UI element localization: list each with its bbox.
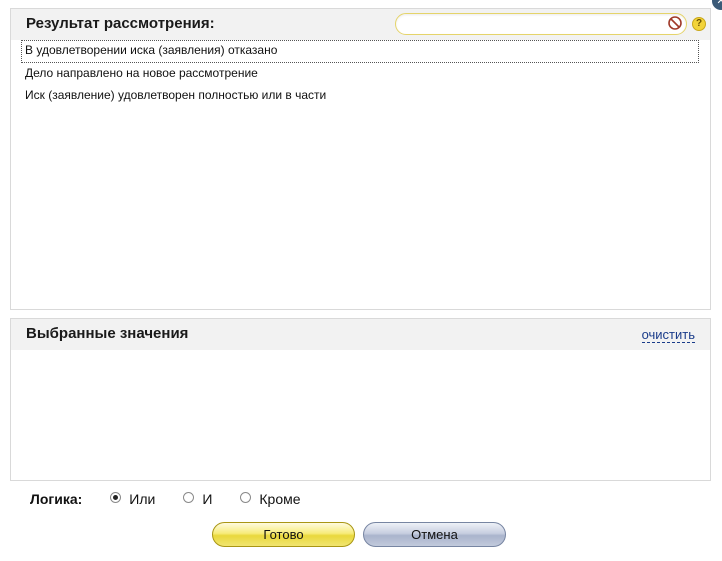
options-panel: Результат рассмотрения: ? В удовлетворен… [10, 8, 711, 310]
logic-and-radio[interactable] [183, 491, 195, 503]
help-icon[interactable]: ? [692, 17, 706, 31]
panel-title: Результат рассмотрения: [26, 15, 215, 32]
logic-except-option[interactable]: Кроме [240, 491, 301, 507]
filter-dialog: ✕ Результат рассмотрения: ? В удовлетвор… [0, 0, 722, 561]
done-button[interactable]: Готово [212, 522, 355, 547]
search-input[interactable] [406, 15, 660, 33]
selected-values-title: Выбранные значения [26, 325, 189, 342]
logic-or-label: Или [129, 491, 156, 507]
selected-values-header: Выбранные значения очистить [11, 319, 710, 350]
options-list: В удовлетворении иска (заявления) отказа… [11, 40, 710, 108]
cancel-button[interactable]: Отмена [363, 522, 506, 547]
logic-and-option[interactable]: И [183, 491, 212, 507]
list-item[interactable]: В удовлетворении иска (заявления) отказа… [21, 40, 699, 63]
selected-values-panel: Выбранные значения очистить [10, 318, 711, 481]
list-item[interactable]: Иск (заявление) удовлетворен полностью и… [11, 85, 710, 108]
logic-except-label: Кроме [259, 491, 301, 507]
clear-link[interactable]: очистить [641, 327, 695, 343]
logic-label: Логика: [30, 491, 83, 507]
options-panel-header: Результат рассмотрения: ? [11, 9, 710, 40]
search-box[interactable] [395, 13, 687, 35]
logic-or-option[interactable]: Или [110, 491, 155, 507]
logic-and-label: И [202, 491, 213, 507]
logic-or-radio[interactable] [110, 491, 122, 503]
list-item[interactable]: Дело направлено на новое рассмотрение [11, 63, 710, 86]
logic-row: Логика: Или И Кроме [30, 487, 329, 511]
clear-search-icon[interactable] [668, 16, 682, 30]
close-icon[interactable]: ✕ [712, 0, 722, 10]
logic-except-radio[interactable] [240, 491, 252, 503]
